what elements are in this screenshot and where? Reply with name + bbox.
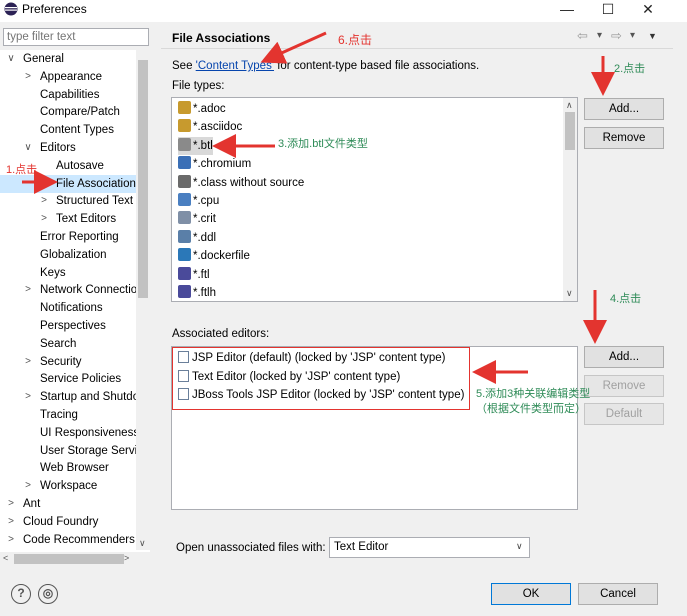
annotation-step-2: 2.点击: [614, 63, 646, 75]
annotation-step-6: 6.点击: [338, 33, 373, 47]
annotation-step-3: 3.添加.btl文件类型: [278, 138, 368, 150]
annotation-step-4: 4.点击: [610, 293, 642, 305]
arrow-6: [260, 31, 327, 64]
annotation-step-1: 1.点击: [6, 164, 38, 176]
annotation-arrows: [22, 31, 615, 384]
annotation-step-5-note: （根据文件类型而定）: [476, 403, 586, 415]
annotation-step-5: 5.添加3种关联编辑类型: [476, 388, 591, 400]
